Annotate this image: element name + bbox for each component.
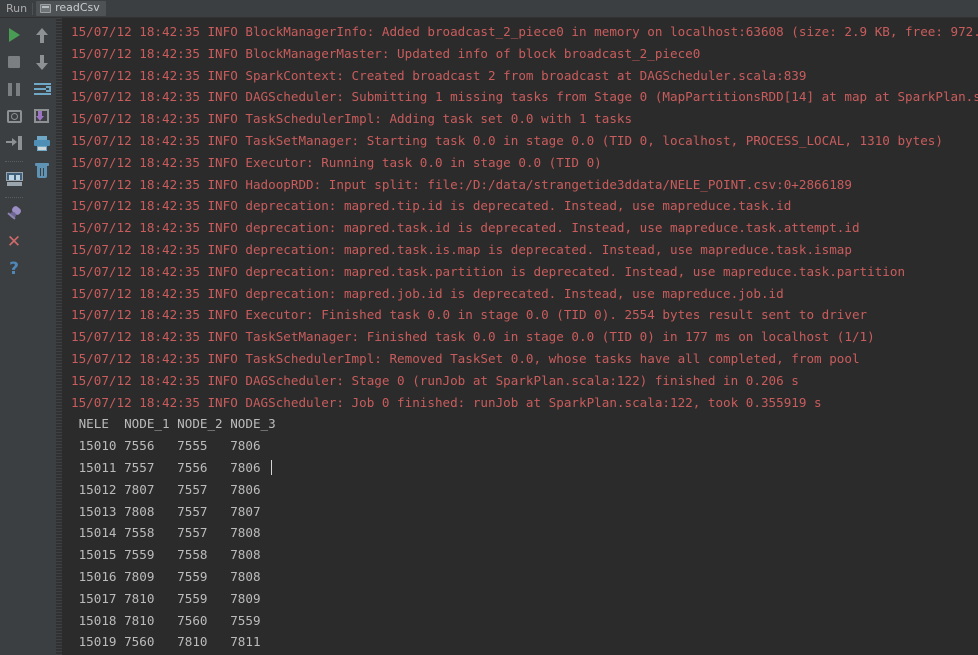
export-to-file-button[interactable]	[30, 104, 54, 128]
log-line: 15/07/12 18:42:35 INFO TaskSchedulerImpl…	[71, 350, 860, 366]
log-line: 15/07/12 18:42:35 INFO TaskSetManager: F…	[71, 329, 875, 345]
log-line: 15/07/12 18:42:35 INFO HadoopRDD: Input …	[71, 176, 852, 192]
scroll-up-button[interactable]	[30, 23, 54, 47]
log-line: 15/07/12 18:42:35 INFO Executor: Finishe…	[71, 307, 868, 323]
arrow-up-icon	[35, 27, 49, 43]
dump-threads-button[interactable]	[2, 104, 26, 128]
log-line: 15/07/12 18:42:35 INFO DAGScheduler: Job…	[71, 394, 822, 410]
trash-icon	[35, 162, 49, 178]
table-row-text: 15013 7808 7557 7807	[71, 503, 261, 519]
log-line: 15/07/12 18:42:35 INFO BlockManagerInfo:…	[71, 24, 978, 39]
stop-square-icon	[8, 56, 20, 68]
table-row-text: 15018 7810 7560 7559	[71, 612, 261, 628]
table-row: 15016 7809 7559 7808	[71, 566, 978, 588]
table-row: 15011 7557 7556 7806	[71, 457, 978, 479]
console-output[interactable]: 15/07/12 18:42:35 INFO BlockManagerInfo:…	[63, 18, 978, 655]
toolbar-separator-2	[5, 197, 23, 199]
pin-icon	[6, 204, 23, 223]
text-caret	[270, 459, 272, 475]
show-console-button[interactable]	[2, 167, 26, 191]
table-row: 15015 7559 7558 7808	[71, 544, 978, 566]
close-x-icon: ✕	[6, 231, 22, 252]
table-row-text: 15014 7558 7557 7808	[71, 525, 261, 541]
help-button[interactable]: ?	[2, 257, 26, 281]
log-line: 15/07/12 18:42:35 INFO deprecation: mapr…	[71, 241, 852, 257]
log-line: 15/07/12 18:42:35 INFO BlockManagerMaste…	[71, 45, 701, 61]
log-line: 15/07/12 18:42:35 INFO DAGScheduler: Sta…	[71, 372, 799, 388]
tab-readcsv-label: readCsv	[55, 1, 100, 14]
question-mark-icon: ?	[9, 258, 19, 279]
soft-wrap-icon	[33, 82, 51, 96]
run-tool-window: Run readCsv ✕ ? 15/07/12 18:42:35 INFO B…	[0, 0, 978, 655]
table-row: 15012 7807 7557 7806	[71, 479, 978, 501]
login-arrow-icon	[6, 136, 22, 150]
console-area: 15/07/12 18:42:35 INFO BlockManagerInfo:…	[56, 18, 978, 655]
table-row-text: 15012 7807 7557 7806	[71, 481, 261, 497]
table-row: 15018 7810 7560 7559	[71, 610, 978, 632]
print-button[interactable]	[30, 131, 54, 155]
log-line: 15/07/12 18:42:35 INFO deprecation: mapr…	[71, 198, 792, 214]
close-button[interactable]: ✕	[2, 230, 26, 254]
log-line: 15/07/12 18:42:35 INFO deprecation: mapr…	[71, 220, 860, 236]
table-row: 15017 7810 7559 7809	[71, 588, 978, 610]
table-row-text: 15011 7557 7556 7806	[71, 459, 261, 475]
run-tool-window-header: Run readCsv	[0, 0, 978, 18]
console-monitor-icon	[5, 172, 23, 186]
table-row-text: 15016 7809 7559 7808	[71, 568, 261, 584]
tool-window-title: Run	[6, 2, 28, 15]
table-row-text: 15010 7556 7555 7806	[71, 438, 261, 454]
table-row-text: 15017 7810 7559 7809	[71, 590, 261, 606]
log-line: 15/07/12 18:42:35 INFO DAGScheduler: Sub…	[71, 89, 978, 105]
console-actions-toolbar	[28, 18, 56, 655]
arrow-down-icon	[35, 54, 49, 70]
export-down-icon	[34, 108, 50, 124]
table-row: 15013 7808 7557 7807	[71, 501, 978, 523]
rerun-button[interactable]	[2, 23, 26, 47]
log-line: 15/07/12 18:42:35 INFO Executor: Running…	[71, 154, 602, 170]
table-row-text: 15019 7560 7810 7811	[71, 634, 261, 650]
pin-tab-button[interactable]	[2, 203, 26, 227]
log-line: 15/07/12 18:42:35 INFO deprecation: mapr…	[71, 285, 784, 301]
play-icon	[8, 28, 20, 42]
toolbar-separator	[5, 161, 23, 163]
soft-wrap-button[interactable]	[30, 77, 54, 101]
header-divider	[32, 2, 34, 15]
log-line: 15/07/12 18:42:35 INFO SparkContext: Cre…	[71, 67, 807, 83]
log-line: 15/07/12 18:42:35 INFO TaskSetManager: S…	[71, 132, 943, 148]
table-row-text: 15015 7559 7558 7808	[71, 547, 261, 563]
console-gutter	[56, 18, 63, 655]
table-row: 15019 7560 7810 7811	[71, 631, 978, 653]
table-row: 15014 7558 7557 7808	[71, 522, 978, 544]
run-config-icon	[40, 3, 52, 13]
printer-icon	[34, 135, 50, 151]
run-window-body: ✕ ? 15/07/12 18:42:35 INFO BlockManagerI…	[0, 18, 978, 655]
log-line: 15/07/12 18:42:35 INFO TaskSchedulerImpl…	[71, 111, 633, 127]
table-header-row: NELE NODE_1 NODE_2 NODE_3	[71, 416, 276, 432]
camera-icon	[6, 109, 22, 123]
run-actions-toolbar: ✕ ?	[0, 18, 28, 655]
pause-button[interactable]	[2, 77, 26, 101]
clear-all-button[interactable]	[30, 158, 54, 182]
tab-readcsv[interactable]: readCsv	[36, 1, 106, 16]
restore-layout-button[interactable]	[2, 131, 26, 155]
stop-button[interactable]	[2, 50, 26, 74]
table-row: 15010 7556 7555 7806	[71, 435, 978, 457]
scroll-down-button[interactable]	[30, 50, 54, 74]
pause-icon	[8, 82, 20, 96]
log-line: 15/07/12 18:42:35 INFO deprecation: mapr…	[71, 263, 906, 279]
